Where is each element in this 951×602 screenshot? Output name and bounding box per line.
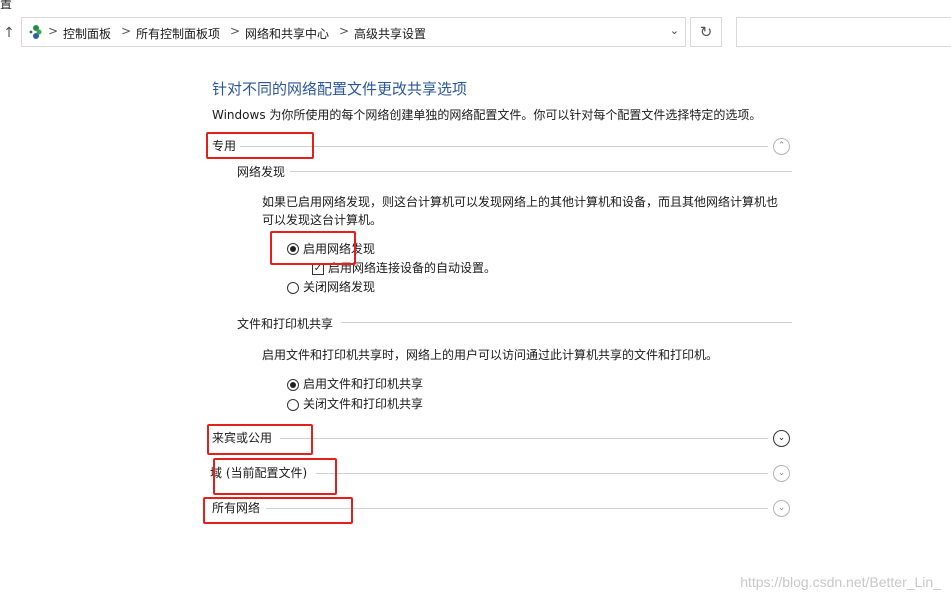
- section-divider: [280, 438, 768, 439]
- address-bar[interactable]: > 控制面板 > 所有控制面板项 > 网络和共享中心 > 高级共享设置 ⌄: [21, 17, 686, 47]
- annotation-box: [213, 458, 337, 495]
- network-discovery-description: 如果已启用网络发现，则这台计算机可以发现网络上的其他计算机和设备，而且其他网络计…: [262, 195, 779, 209]
- file-sharing-heading: 文件和打印机共享: [237, 317, 334, 331]
- breadcrumb-control-panel[interactable]: 控制面板: [63, 25, 111, 42]
- disable-discovery-label[interactable]: 关闭网络发现: [303, 278, 375, 295]
- network-discovery-description: 可以发现这台计算机。: [262, 213, 383, 227]
- page-title: 针对不同的网络配置文件更改共享选项: [212, 80, 468, 98]
- radio-disable-discovery[interactable]: [287, 282, 299, 294]
- breadcrumb-separator: >: [121, 24, 132, 38]
- disable-file-sharing-label[interactable]: 关闭文件和打印机共享: [303, 395, 423, 412]
- radio-disable-file-sharing[interactable]: [287, 399, 299, 411]
- annotation-box: [203, 497, 353, 524]
- network-discovery-heading: 网络发现: [237, 165, 286, 179]
- collapse-private-button[interactable]: ⌃: [773, 138, 790, 155]
- breadcrumb-separator: >: [230, 24, 241, 38]
- search-input[interactable]: [736, 17, 951, 47]
- annotation-box: [207, 424, 313, 455]
- subsection-divider: [341, 322, 792, 323]
- annotation-box: [270, 231, 356, 265]
- watermark-text: https://blog.csdn.net/Better_Lin_: [740, 574, 941, 590]
- section-divider: [316, 473, 768, 474]
- enable-file-sharing-label[interactable]: 启用文件和打印机共享: [303, 375, 423, 392]
- file-sharing-description: 启用文件和打印机共享时，网络上的用户可以访问通过此计算机共享的文件和打印机。: [262, 348, 719, 362]
- refresh-button[interactable]: ↻: [690, 17, 722, 47]
- breadcrumb-all-items[interactable]: 所有控制面板项: [136, 25, 220, 42]
- breadcrumb-advanced-sharing[interactable]: 高级共享设置: [354, 25, 426, 42]
- page-description: Windows 为你所使用的每个网络创建单独的网络配置文件。你可以针对每个配置文…: [212, 108, 762, 122]
- expand-domain-button[interactable]: ⌄: [773, 465, 790, 482]
- breadcrumb-separator: >: [339, 24, 350, 38]
- breadcrumb-separator: >: [48, 24, 59, 38]
- chevron-down-icon[interactable]: ⌄: [670, 24, 679, 37]
- radio-enable-file-sharing[interactable]: [287, 379, 299, 391]
- section-divider: [240, 146, 768, 147]
- annotation-box: [206, 132, 314, 159]
- window-title-fragment: 置: [0, 0, 13, 11]
- expand-all-networks-button[interactable]: ⌄: [773, 500, 790, 517]
- subsection-divider: [290, 171, 792, 172]
- up-arrow-icon[interactable]: ↑: [0, 24, 18, 42]
- expand-guest-public-button[interactable]: ⌄: [773, 430, 790, 447]
- breadcrumb-network-center[interactable]: 网络和共享中心: [245, 25, 329, 42]
- control-panel-icon: [29, 25, 42, 39]
